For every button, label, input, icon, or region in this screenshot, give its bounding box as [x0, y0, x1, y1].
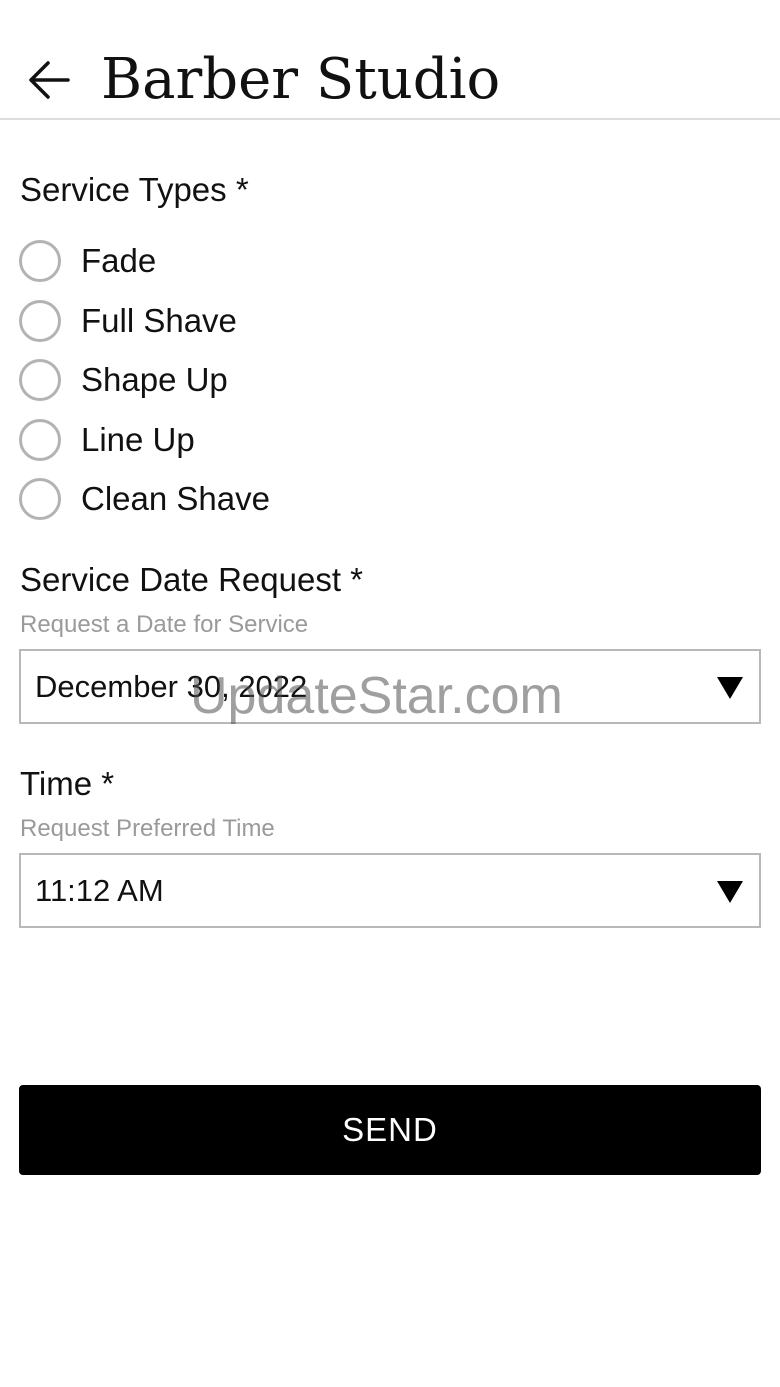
service-date-value: December 30, 2022: [35, 669, 308, 704]
service-date-label: Service Date Request *: [20, 561, 364, 598]
time-hint: Request Preferred Time: [20, 815, 275, 842]
radio-circle[interactable]: [19, 359, 61, 401]
radio-option-shape-up[interactable]: Shape Up: [19, 354, 719, 406]
radio-option-full-shave[interactable]: Full Shave: [19, 295, 719, 347]
page-title: Barber Studio: [101, 47, 501, 112]
time-label: Time *: [20, 765, 115, 802]
radio-label: Full Shave: [81, 302, 237, 339]
radio-option-fade[interactable]: Fade: [19, 235, 719, 287]
service-types-label: Service Types *: [20, 171, 249, 208]
radio-circle[interactable]: [19, 300, 61, 342]
service-date-select[interactable]: December 30, 2022: [19, 649, 761, 724]
app-header: Barber Studio: [0, 0, 780, 120]
radio-label: Clean Shave: [81, 480, 270, 517]
radio-label: Line Up: [81, 421, 195, 458]
radio-circle[interactable]: [19, 478, 61, 520]
radio-circle[interactable]: [19, 419, 61, 461]
radio-option-clean-shave[interactable]: Clean Shave: [19, 473, 719, 525]
radio-option-line-up[interactable]: Line Up: [19, 414, 719, 466]
arrow-left-icon[interactable]: [24, 58, 74, 102]
service-date-hint: Request a Date for Service: [20, 611, 309, 638]
time-select[interactable]: 11:12 AM: [19, 853, 761, 928]
triangle-down-icon[interactable]: [717, 677, 743, 699]
time-value: 11:12 AM: [35, 873, 164, 908]
radio-circle[interactable]: [19, 240, 61, 282]
radio-label: Shape Up: [81, 361, 228, 398]
radio-label: Fade: [81, 242, 157, 279]
triangle-down-icon[interactable]: [717, 881, 743, 903]
send-button[interactable]: SEND: [19, 1085, 761, 1175]
